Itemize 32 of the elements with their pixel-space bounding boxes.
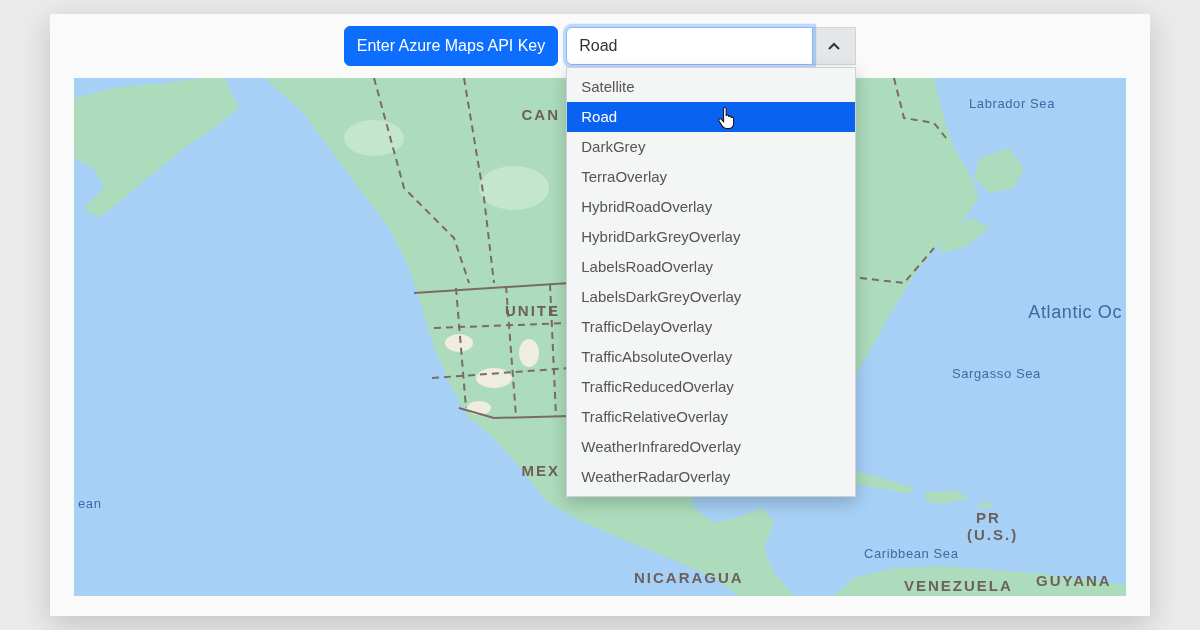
dropdown-option[interactable]: HybridRoadOverlay [567, 192, 856, 222]
dropdown-option[interactable]: Road [567, 102, 856, 132]
hand-cursor-icon [717, 107, 736, 129]
dropdown-option[interactable]: TrafficAbsoluteOverlay [567, 342, 856, 372]
dropdown-toggle-button[interactable] [812, 27, 857, 65]
dropdown-option[interactable]: WeatherRadarOverlay [567, 462, 856, 492]
map-type-field[interactable]: Road [566, 27, 814, 65]
dropdown-option[interactable]: LabelsDarkGreyOverlay [567, 282, 856, 312]
dropdown-option[interactable]: TerraOverlay [567, 162, 856, 192]
place-label: (U.S.) [967, 526, 1019, 543]
place-label: PR [976, 509, 1001, 526]
water-label: Labrador Sea [969, 96, 1055, 111]
dropdown-option[interactable]: WeatherInfraredOverlay [567, 432, 856, 462]
place-label: GUYANA [1036, 572, 1112, 589]
place-label: VENEZUELA [904, 577, 1013, 594]
place-label: NICARAGUA [634, 569, 744, 586]
dropdown-option[interactable]: TrafficDelayOverlay [567, 312, 856, 342]
dropdown-option[interactable]: DarkGrey [567, 132, 856, 162]
place-label: UNITE [505, 302, 560, 319]
place-label: MEX [521, 462, 560, 479]
water-label: Atlantic Oc [1028, 302, 1122, 322]
place-label: CAN [521, 106, 560, 123]
water-label: Caribbean Sea [864, 546, 959, 561]
dropdown-option[interactable]: LabelsRoadOverlay [567, 252, 856, 282]
api-key-button[interactable]: Enter Azure Maps API Key [343, 26, 559, 66]
water-label: Sargasso Sea [952, 366, 1041, 381]
chevron-icon [828, 41, 841, 51]
dropdown-option[interactable]: HybridDarkGreyOverlay [567, 222, 856, 252]
dropdown-option[interactable]: Satellite [567, 72, 856, 102]
water-label: ean [78, 496, 102, 511]
dropdown-option[interactable]: TrafficRelativeOverlay [567, 402, 856, 432]
dropdown-option[interactable]: TrafficReducedOverlay [567, 372, 856, 402]
